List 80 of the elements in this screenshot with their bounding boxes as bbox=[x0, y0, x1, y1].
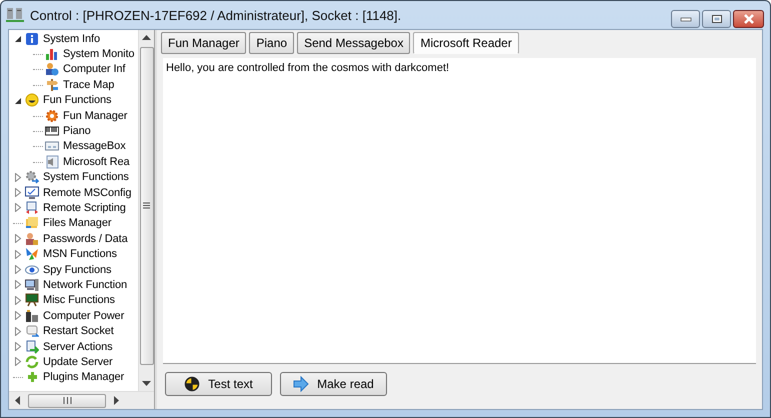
eye-icon bbox=[25, 262, 39, 277]
tree-item[interactable]: Computer Inf bbox=[63, 62, 126, 76]
tree-item[interactable]: Network Function bbox=[43, 278, 127, 292]
tree-item[interactable]: Computer Power bbox=[43, 308, 124, 323]
expand-arrow-icon[interactable] bbox=[14, 188, 22, 198]
tree-item[interactable]: Passwords / Data bbox=[43, 232, 128, 246]
tree-item[interactable]: System Monito bbox=[63, 47, 134, 62]
minimize-button[interactable] bbox=[671, 10, 700, 28]
action-button[interactable]: Test text bbox=[165, 372, 272, 396]
expand-arrow-icon[interactable] bbox=[14, 311, 22, 320]
left-arrow-icon[interactable] bbox=[15, 396, 20, 405]
expand-arrow-icon[interactable] bbox=[14, 234, 22, 244]
tab[interactable]: Piano bbox=[249, 32, 294, 54]
folder-icon bbox=[25, 216, 39, 230]
expand-arrow-icon[interactable] bbox=[14, 296, 22, 305]
collapse-arrow-icon[interactable] bbox=[14, 96, 22, 105]
expand-arrow-icon[interactable] bbox=[14, 280, 22, 290]
tree-item[interactable]: System Functions bbox=[43, 170, 129, 184]
tree-item[interactable]: MessageBox bbox=[63, 139, 126, 154]
speaker-icon bbox=[45, 154, 59, 169]
monitor-icon bbox=[25, 186, 39, 200]
scroll-thumb[interactable] bbox=[140, 46, 154, 364]
tree-item[interactable]: Spy Functions bbox=[43, 262, 112, 277]
tree-item[interactable]: Remote Scripting bbox=[43, 200, 126, 215]
easel-icon bbox=[25, 293, 39, 308]
tree-item[interactable]: Microsoft Rea bbox=[63, 154, 130, 169]
expand-arrow-icon[interactable] bbox=[14, 342, 22, 351]
tree-item[interactable]: Remote MSConfig bbox=[43, 186, 132, 200]
window-icon bbox=[45, 139, 59, 154]
smiley-icon bbox=[25, 93, 39, 108]
action-button[interactable]: Make read bbox=[280, 372, 387, 396]
close-button[interactable] bbox=[733, 10, 764, 28]
expand-arrow-icon[interactable] bbox=[14, 250, 22, 259]
tree-item[interactable]: Restart Socket bbox=[43, 324, 114, 338]
tree-item[interactable]: Misc Functions bbox=[43, 293, 115, 308]
up-arrow-icon[interactable] bbox=[142, 35, 151, 40]
expand-arrow-icon[interactable] bbox=[14, 357, 22, 366]
piano-icon bbox=[45, 124, 59, 138]
expand-arrow-icon[interactable] bbox=[14, 326, 22, 336]
tree-item[interactable]: Piano bbox=[63, 124, 91, 138]
tree-item[interactable]: Plugins Manager bbox=[43, 370, 124, 384]
right-arrow-icon bbox=[293, 376, 310, 392]
maximize-button[interactable] bbox=[702, 10, 731, 28]
down-arrow-icon[interactable] bbox=[142, 381, 151, 386]
tab[interactable]: Microsoft Reader bbox=[413, 32, 519, 54]
maximize-icon bbox=[710, 14, 722, 24]
bar-chart-icon bbox=[45, 47, 59, 62]
refresh-icon bbox=[25, 354, 39, 369]
scroll-thumb[interactable] bbox=[28, 394, 106, 408]
target-icon bbox=[184, 376, 200, 392]
text-area[interactable]: Hello, you are controlled from the cosmos with darkcomet! bbox=[163, 58, 756, 364]
collapse-arrow-icon[interactable] bbox=[14, 34, 22, 44]
computer-icon bbox=[25, 278, 39, 292]
horizontal-scrollbar[interactable] bbox=[9, 391, 154, 409]
tree-item[interactable]: Trace Map bbox=[63, 78, 114, 92]
server-icon bbox=[6, 7, 24, 23]
tab[interactable]: Fun Manager bbox=[161, 32, 246, 54]
tab[interactable]: Send Messagebox bbox=[297, 32, 410, 54]
message-text: Hello, you are controlled from the cosmos with darkcomet! bbox=[166, 62, 450, 74]
tree-item[interactable]: Fun Functions bbox=[43, 93, 112, 108]
document-arrow-icon bbox=[25, 340, 39, 354]
expand-arrow-icon[interactable] bbox=[14, 172, 22, 182]
expand-arrow-icon[interactable] bbox=[14, 203, 22, 212]
vertical-scrollbar[interactable] bbox=[138, 30, 154, 391]
tree-item[interactable]: System Info bbox=[43, 32, 100, 46]
tree-item[interactable]: Server Actions bbox=[43, 340, 113, 354]
close-icon bbox=[742, 14, 756, 24]
gear-icon bbox=[25, 170, 39, 184]
user-info-icon bbox=[45, 62, 59, 76]
tree-item[interactable]: Files Manager bbox=[43, 216, 112, 230]
signpost-icon bbox=[45, 78, 59, 92]
expand-arrow-icon[interactable] bbox=[14, 265, 22, 274]
tree-item[interactable]: Update Server bbox=[43, 354, 113, 369]
window-title: Control : [PHROZEN-17EF692 / Administrateur], Socket : [1148]. bbox=[30, 8, 402, 22]
gear-icon bbox=[45, 108, 59, 123]
right-arrow-icon[interactable] bbox=[114, 396, 119, 405]
minimize-icon bbox=[680, 16, 692, 22]
tree-item[interactable]: MSN Functions bbox=[43, 247, 117, 262]
user-lock-icon bbox=[25, 232, 39, 246]
tree-item[interactable]: Fun Manager bbox=[63, 108, 128, 123]
